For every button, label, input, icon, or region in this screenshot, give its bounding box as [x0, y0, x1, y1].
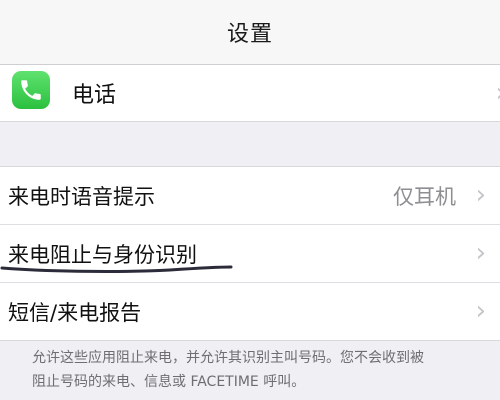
settings-item-call-blocking[interactable]: 来电阻止与身份识别 › [0, 224, 500, 282]
settings-item-sms-call-reporting[interactable]: 短信/来电报告 › [0, 282, 500, 340]
settings-item-phone[interactable]: 电话 › [0, 65, 500, 122]
settings-item-value: 仅耳机 [393, 185, 456, 209]
settings-item-voice-announce[interactable]: 来电时语音提示 仅耳机 › [0, 167, 500, 224]
chevron-right-icon: › [496, 80, 500, 106]
chevron-right-icon: › [475, 238, 486, 268]
phone-icon [12, 71, 50, 109]
settings-item-label: 来电时语音提示 [8, 185, 155, 209]
chevron-right-icon: › [475, 296, 486, 326]
page-title: 设置 [226, 22, 273, 47]
settings-group: 来电时语音提示 仅耳机 › 来电阻止与身份识别 › 短信/来电报告 › [0, 166, 500, 341]
footer-line: 阻止号码的来电、信息或 FACETIME 呼叫。 [32, 374, 306, 390]
chevron-right-icon: › [475, 180, 486, 210]
settings-item-label: 来电阻止与身份识别 [8, 243, 197, 267]
navigation-bar: 设置 [0, 0, 500, 65]
settings-item-label: 短信/来电报告 [8, 301, 142, 325]
settings-item-label: 电话 [72, 83, 117, 108]
footer-description: 允许这些应用阻止来电，并允许其识别主叫号码。您不会收到被 阻止号码的来电、信息或… [32, 346, 492, 394]
footer-line: 允许这些应用阻止来电，并允许其识别主叫号码。您不会收到被 [32, 350, 424, 366]
